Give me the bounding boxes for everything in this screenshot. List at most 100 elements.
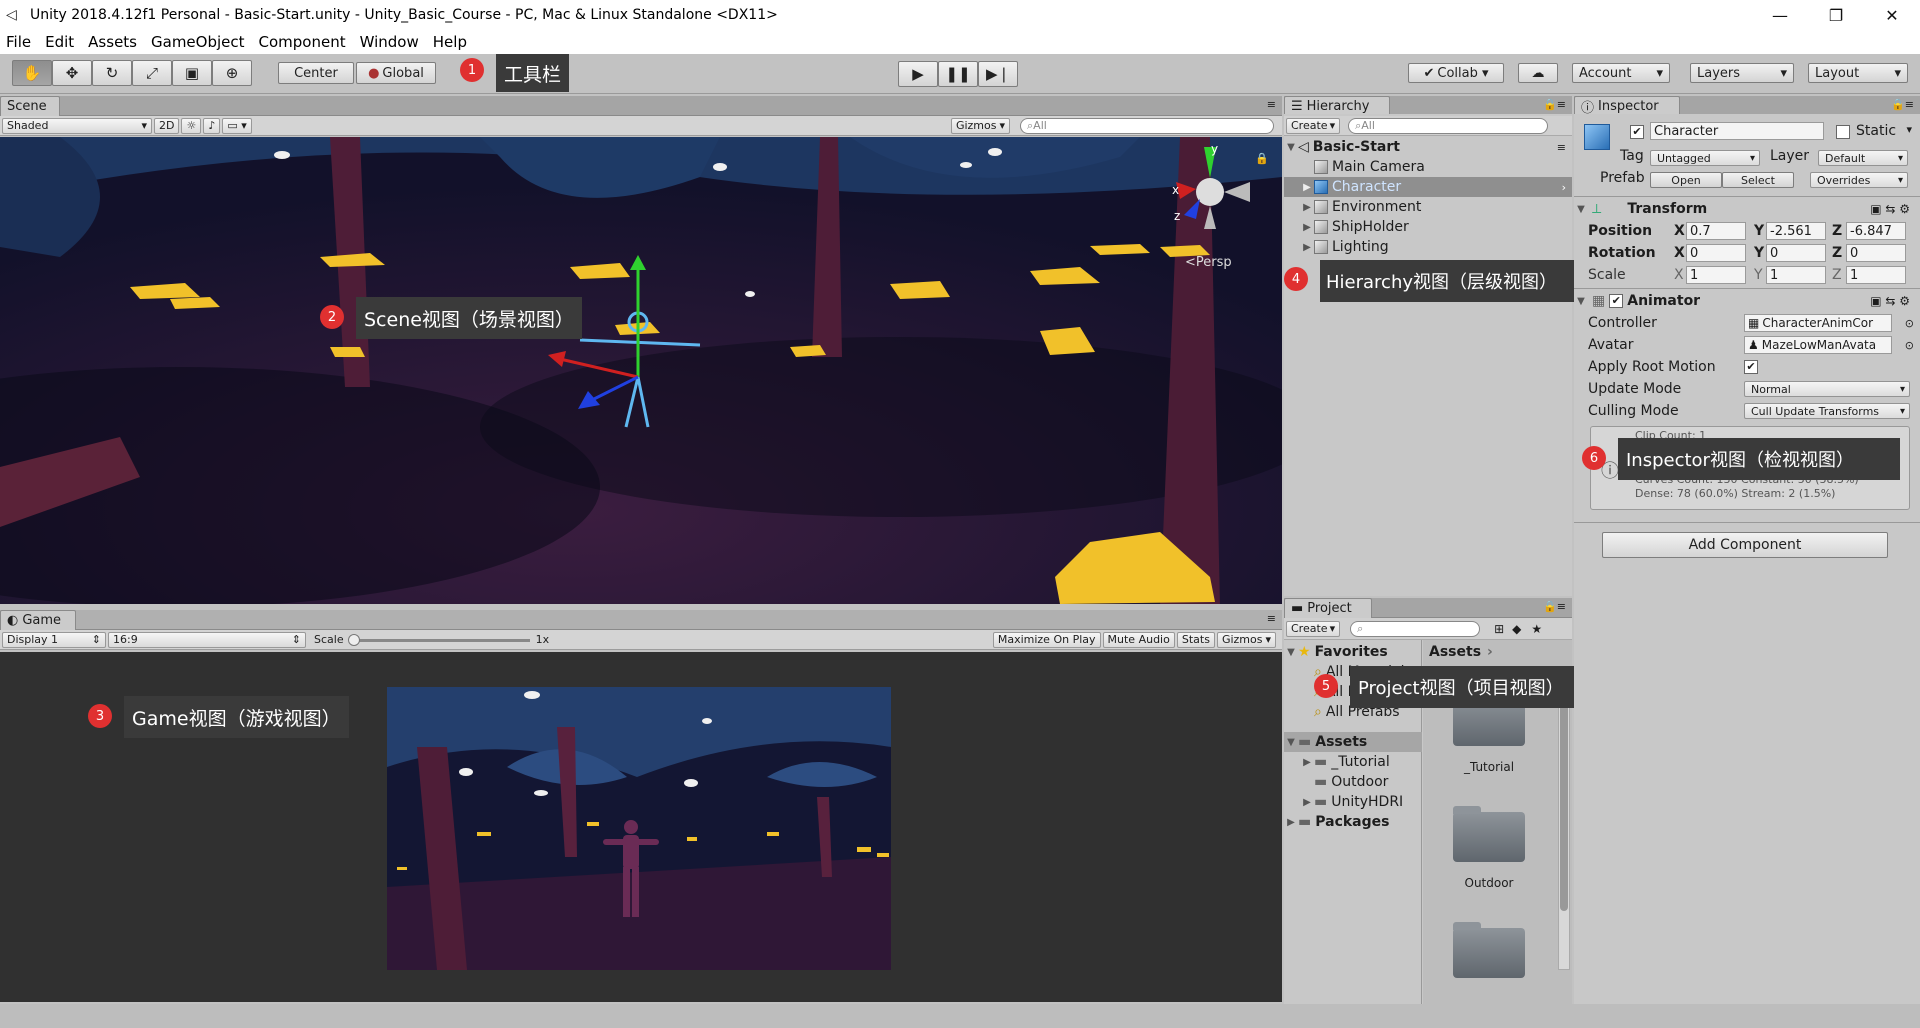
folder-unityhdri[interactable] bbox=[1453, 922, 1525, 978]
hierarchy-item-main-camera[interactable]: Main Camera bbox=[1284, 157, 1572, 177]
minimize-icon[interactable]: — bbox=[1752, 0, 1808, 30]
slider-thumb[interactable] bbox=[347, 633, 360, 646]
perspective-label[interactable]: <Persp bbox=[1185, 255, 1232, 270]
position-x-field[interactable]: 0.7 bbox=[1686, 222, 1746, 240]
aspect-dropdown[interactable]: 16:9 ⇕ bbox=[108, 631, 306, 648]
controller-field[interactable]: ▦ CharacterAnimCor bbox=[1744, 314, 1892, 332]
prefab-overrides-dropdown[interactable]: Overrides bbox=[1810, 172, 1908, 188]
object-picker-icon[interactable]: ⊙ bbox=[1905, 339, 1914, 352]
menu-assets[interactable]: Assets bbox=[88, 33, 137, 51]
rotation-x-field[interactable]: 0 bbox=[1686, 244, 1746, 262]
project-scrollbar[interactable] bbox=[1558, 670, 1570, 970]
filter-type-icon[interactable]: ⊞ bbox=[1494, 622, 1504, 636]
expand-arrow-icon[interactable]: ▼ bbox=[1574, 296, 1588, 307]
folder-outdoor[interactable] bbox=[1453, 806, 1525, 862]
position-y-field[interactable]: -2.561 bbox=[1766, 222, 1826, 240]
panel-menu-icon[interactable]: ≡ bbox=[1267, 98, 1276, 111]
collab-dropdown[interactable]: ✔ Collab ▾ bbox=[1408, 63, 1504, 83]
tab-inspector[interactable]: ⓘ Inspector bbox=[1574, 96, 1680, 116]
static-dropdown-icon[interactable]: ▾ bbox=[1906, 123, 1912, 136]
favorites-row[interactable]: ▼ ★ Favorites bbox=[1284, 642, 1422, 662]
play-button[interactable]: ▶ bbox=[898, 61, 938, 87]
object-name-field[interactable]: Character bbox=[1650, 122, 1824, 140]
row-menu-icon[interactable]: ≡ bbox=[1557, 141, 1566, 154]
effects-dropdown[interactable]: ▭ ▾ bbox=[222, 117, 252, 134]
menu-help[interactable]: Help bbox=[433, 33, 467, 51]
prefab-select-button[interactable]: Select bbox=[1722, 172, 1794, 188]
mute-audio-toggle[interactable]: Mute Audio bbox=[1102, 631, 1175, 648]
hand-tool-button[interactable]: ✋ bbox=[12, 60, 52, 86]
hierarchy-item-lighting[interactable]: ▶ Lighting bbox=[1284, 237, 1572, 257]
expand-arrow-icon[interactable]: ▶ bbox=[1300, 797, 1314, 808]
layers-dropdown[interactable]: Layers ▾ bbox=[1690, 63, 1794, 83]
packages-row[interactable]: ▶ ▬ Packages bbox=[1284, 812, 1422, 832]
lighting-toggle[interactable]: ☼ bbox=[181, 117, 202, 134]
mode-2d-toggle[interactable]: 2D bbox=[154, 117, 180, 134]
menu-edit[interactable]: Edit bbox=[45, 33, 74, 51]
animator-enabled-checkbox[interactable]: ✔ bbox=[1609, 294, 1624, 308]
expand-arrow-icon[interactable]: ▶ bbox=[1300, 757, 1314, 768]
rect-tool-button[interactable]: ▣ bbox=[172, 60, 212, 86]
assets-tutorial-row[interactable]: ▶ ▬ _Tutorial bbox=[1284, 752, 1422, 772]
hierarchy-item-character[interactable]: ▶ Character › bbox=[1284, 177, 1572, 197]
hierarchy-item-environment[interactable]: ▶ Environment bbox=[1284, 197, 1572, 217]
root-motion-checkbox[interactable]: ✔ bbox=[1744, 360, 1758, 374]
expand-arrow-icon[interactable]: ▶ bbox=[1300, 242, 1314, 253]
pause-button[interactable]: ❚❚ bbox=[938, 61, 978, 87]
chevron-right-icon[interactable]: › bbox=[1562, 181, 1566, 194]
tag-dropdown[interactable]: Untagged bbox=[1650, 150, 1760, 166]
position-z-field[interactable]: -6.847 bbox=[1846, 222, 1906, 240]
layer-dropdown[interactable]: Default bbox=[1818, 150, 1908, 166]
game-viewport[interactable]: 3 Game视图（游戏视图） bbox=[0, 652, 1282, 1002]
menu-component[interactable]: Component bbox=[259, 33, 346, 51]
static-checkbox[interactable] bbox=[1836, 125, 1850, 139]
stats-toggle[interactable]: Stats bbox=[1176, 631, 1215, 648]
rotate-tool-button[interactable]: ↻ bbox=[92, 60, 132, 86]
expand-arrow-icon[interactable]: ▶ bbox=[1300, 202, 1314, 213]
project-create-dropdown[interactable]: Create ▾ bbox=[1286, 620, 1341, 637]
lock-icon[interactable]: 🔒≡ bbox=[1891, 98, 1914, 111]
favorite-star-icon[interactable]: ★ bbox=[1531, 622, 1542, 636]
account-dropdown[interactable]: Account ▾ bbox=[1572, 63, 1670, 83]
assets-unityhdri-row[interactable]: ▶ ▬ UnityHDRI bbox=[1284, 792, 1422, 812]
filter-label-icon[interactable]: ◆ bbox=[1512, 622, 1521, 636]
breadcrumb[interactable]: Assets › bbox=[1429, 644, 1493, 660]
transform-header[interactable]: ▼ ⟂ Transform ▣ ⇆ ⚙ bbox=[1574, 198, 1920, 220]
tab-hierarchy[interactable]: ☰ Hierarchy bbox=[1284, 96, 1390, 116]
assets-root-row[interactable]: ▼ ▬ Assets bbox=[1284, 732, 1422, 752]
scene-root-row[interactable]: ▼ ◁ Basic-Start ≡ bbox=[1284, 137, 1572, 157]
menu-file[interactable]: File bbox=[6, 33, 31, 51]
assets-outdoor-row[interactable]: ▬ Outdoor bbox=[1284, 772, 1422, 792]
update-mode-dropdown[interactable]: Normal bbox=[1744, 381, 1910, 397]
scene-search-input[interactable]: ⌕ All bbox=[1020, 117, 1274, 134]
prefab-open-button[interactable]: Open bbox=[1650, 172, 1722, 188]
expand-arrow-icon[interactable]: ▼ bbox=[1284, 647, 1298, 658]
panel-menu-icon[interactable]: ≡ bbox=[1267, 612, 1276, 625]
step-button[interactable]: ▶❘ bbox=[978, 61, 1018, 87]
expand-arrow-icon[interactable]: ▼ bbox=[1284, 737, 1298, 748]
maximize-on-play-toggle[interactable]: Maximize On Play bbox=[992, 631, 1101, 648]
scale-tool-button[interactable]: ⤢ bbox=[132, 60, 172, 86]
expand-arrow-icon[interactable]: ▶ bbox=[1284, 817, 1298, 828]
menu-window[interactable]: Window bbox=[360, 33, 419, 51]
culling-mode-dropdown[interactable]: Cull Update Transforms bbox=[1744, 403, 1910, 419]
lock-icon[interactable]: 🔒 bbox=[1255, 152, 1269, 165]
scale-x-field[interactable]: 1 bbox=[1686, 266, 1746, 284]
lock-icon[interactable]: 🔒≡ bbox=[1543, 98, 1566, 111]
rotation-y-field[interactable]: 0 bbox=[1766, 244, 1826, 262]
display-dropdown[interactable]: Display 1 ⇕ bbox=[2, 631, 106, 648]
avatar-field[interactable]: ♟ MazeLowManAvata bbox=[1744, 336, 1892, 354]
shading-mode-dropdown[interactable]: Shaded ▾ bbox=[2, 117, 152, 134]
move-tool-button[interactable]: ✥ bbox=[52, 60, 92, 86]
menu-gameobject[interactable]: GameObject bbox=[151, 33, 245, 51]
component-menu-icon[interactable]: ▣ ⇆ ⚙ bbox=[1870, 202, 1910, 216]
tab-project[interactable]: ▬ Project bbox=[1284, 598, 1372, 618]
rotation-z-field[interactable]: 0 bbox=[1846, 244, 1906, 262]
game-gizmos-dropdown[interactable]: Gizmos ▾ bbox=[1216, 631, 1276, 648]
object-picker-icon[interactable]: ⊙ bbox=[1905, 317, 1914, 330]
tab-scene[interactable]: Scene bbox=[0, 96, 60, 116]
scale-y-field[interactable]: 1 bbox=[1766, 266, 1826, 284]
pivot-center-button[interactable]: Center bbox=[278, 62, 354, 84]
hierarchy-create-dropdown[interactable]: Create ▾ bbox=[1286, 117, 1341, 134]
hierarchy-item-shipholder[interactable]: ▶ ShipHolder bbox=[1284, 217, 1572, 237]
